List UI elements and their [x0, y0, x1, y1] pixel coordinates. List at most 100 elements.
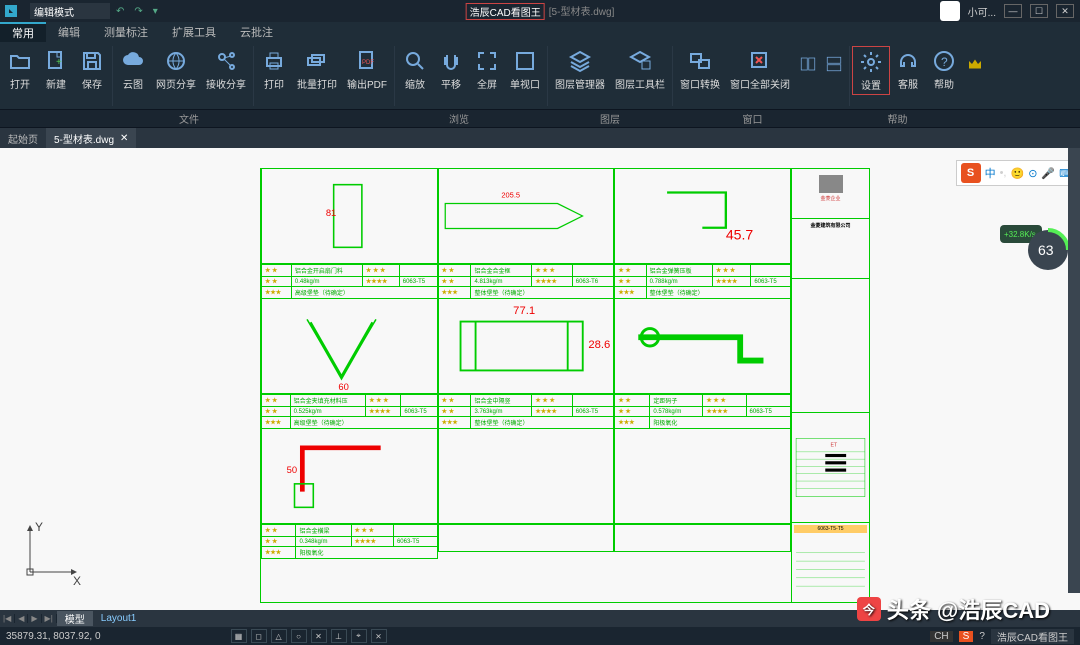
- snap-center-icon[interactable]: ○: [291, 629, 307, 643]
- layermgr-button[interactable]: 图层管理器: [550, 46, 610, 93]
- coords-readout: 35879.31, 8037.92, 0: [0, 631, 107, 642]
- snap-perp-icon[interactable]: ⊥: [331, 629, 347, 643]
- ime-zh[interactable]: 中: [985, 165, 996, 181]
- ime-mic-icon[interactable]: 🎤: [1041, 167, 1055, 180]
- tab-ext[interactable]: 扩展工具: [160, 22, 228, 42]
- webshare-button[interactable]: 网页分享: [151, 46, 201, 93]
- close-doc-icon[interactable]: ✕: [120, 133, 128, 144]
- stamp-code: 6063-T5-T5: [794, 525, 867, 533]
- watermark: 今 头条 @浩辰CAD: [857, 593, 1050, 625]
- gauge-val: 63: [1038, 242, 1054, 258]
- start-tab[interactable]: 起始页: [0, 131, 46, 146]
- batchprint-button[interactable]: 批量打印: [292, 46, 342, 93]
- tab-cloud-annot[interactable]: 云批注: [228, 22, 285, 42]
- svg-text:81: 81: [326, 207, 336, 218]
- snap-node-icon[interactable]: ✕: [311, 629, 327, 643]
- nav-first-icon[interactable]: |◀: [0, 614, 15, 623]
- logo-text: 金菱企业: [792, 195, 869, 202]
- lang-indicator[interactable]: CH: [930, 631, 952, 642]
- file-name: [5-型材表.dwg]: [549, 3, 615, 20]
- wincloseall-button[interactable]: 窗口全部关闭: [725, 46, 795, 93]
- nav-prev-icon[interactable]: ◀: [15, 614, 28, 623]
- titlebar: ↶ ↷ ▾ 浩辰CAD看图王 [5-型材表.dwg] 小可... — ☐ ✕: [0, 0, 1080, 22]
- svg-text:45.7: 45.7: [726, 227, 754, 243]
- snap-int-icon[interactable]: ⨯: [371, 629, 387, 643]
- win-tilevert-button[interactable]: [795, 46, 821, 93]
- exportpdf-button[interactable]: PDF输出PDF: [342, 46, 392, 93]
- win-tilehoriz-button[interactable]: [821, 46, 847, 93]
- ribbon-group-labels: 文件 浏览 图层 窗口 帮助: [0, 110, 1080, 128]
- zoom-button[interactable]: 缩放: [397, 46, 433, 93]
- user-name[interactable]: 小可...: [968, 4, 996, 19]
- service-button[interactable]: 客服: [890, 46, 926, 95]
- save-button[interactable]: 保存: [74, 46, 110, 93]
- layertool-button[interactable]: 图层工具栏: [610, 46, 670, 93]
- qat-undo-icon[interactable]: ↶: [116, 6, 124, 17]
- app-name: 浩辰CAD看图王: [466, 3, 545, 20]
- watermark-prefix: 头条: [887, 593, 931, 625]
- pan-button[interactable]: 平移: [433, 46, 469, 93]
- ime-emoji-icon[interactable]: 🙂: [1010, 167, 1024, 180]
- ucs-icon: Y X: [15, 517, 85, 590]
- ime-punct-icon[interactable]: •,: [1000, 167, 1007, 179]
- singleview-button[interactable]: 单视口: [505, 46, 545, 93]
- minimize-button[interactable]: —: [1004, 4, 1022, 18]
- svg-text:50: 50: [287, 464, 297, 475]
- tab-measure[interactable]: 测量标注: [92, 22, 160, 42]
- drawing-content: 81★ ★铝合金开启扇门料★ ★ ★★ ★0.48kg/m★★★★6063-T5…: [260, 168, 870, 603]
- model-tab[interactable]: 模型: [57, 611, 93, 626]
- snap-end-icon[interactable]: ◻: [251, 629, 267, 643]
- company-name: 金菱建筑有限公司: [795, 222, 866, 229]
- ime-skin-icon[interactable]: ⊙: [1028, 167, 1037, 180]
- menubar: 常用 编辑 测量标注 扩展工具 云批注: [0, 22, 1080, 42]
- group-help: 帮助: [825, 111, 970, 126]
- svg-text:X: X: [73, 574, 81, 587]
- recvshare-button[interactable]: 接收分享: [201, 46, 251, 93]
- drawing-canvas[interactable]: 81★ ★铝合金开启扇门料★ ★ ★★ ★0.48kg/m★★★★6063-T5…: [0, 148, 1080, 610]
- active-doc-tab[interactable]: 5-型材表.dwg ✕: [46, 128, 136, 148]
- document-tabs: 起始页 5-型材表.dwg ✕: [0, 128, 1080, 148]
- svg-text:ET: ET: [831, 443, 838, 449]
- ime-indicator[interactable]: S: [959, 631, 974, 642]
- svg-text:60: 60: [338, 381, 348, 392]
- qat-down-icon[interactable]: ▾: [153, 6, 158, 17]
- statusbar: 35879.31, 8037.92, 0 ▦ ◻ △ ○ ✕ ⊥ ⌖ ⨯ CH …: [0, 627, 1080, 645]
- fullscreen-button[interactable]: 全屏: [469, 46, 505, 93]
- snap-grid-icon[interactable]: ▦: [231, 629, 247, 643]
- ribbon: 打开 +新建 保存 云图 网页分享 接收分享 打印 批量打印 PDF输出PDF …: [0, 42, 1080, 110]
- app-logo[interactable]: [0, 0, 22, 22]
- tab-common[interactable]: 常用: [0, 22, 46, 42]
- svg-text:Y: Y: [35, 520, 43, 534]
- watermark-text: @浩辰CAD: [937, 593, 1050, 625]
- gauge-speed: +32.8K/s: [1004, 230, 1036, 239]
- cloud-button[interactable]: 云图: [115, 46, 151, 93]
- snap-near-icon[interactable]: ⌖: [351, 629, 367, 643]
- vertical-scrollbar[interactable]: [1068, 148, 1080, 593]
- tab-edit[interactable]: 编辑: [46, 22, 92, 42]
- svg-text:+: +: [56, 57, 62, 68]
- title-center: 浩辰CAD看图王 [5-型材表.dwg]: [466, 3, 615, 20]
- layout1-tab[interactable]: Layout1: [93, 613, 145, 624]
- new-button[interactable]: +新建: [38, 46, 74, 93]
- vip-button[interactable]: [962, 46, 988, 95]
- maximize-button[interactable]: ☐: [1030, 4, 1048, 18]
- product-name: 浩辰CAD看图王: [991, 629, 1074, 644]
- help-button[interactable]: ?帮助: [926, 46, 962, 95]
- perf-gauge[interactable]: +32.8K/s 63: [1000, 225, 1070, 278]
- status-help-icon[interactable]: ?: [979, 631, 985, 642]
- snap-mid-icon[interactable]: △: [271, 629, 287, 643]
- svg-text:?: ?: [941, 55, 948, 69]
- ime-floatbar[interactable]: S 中 •, 🙂 ⊙ 🎤 ⌨: [956, 160, 1080, 186]
- print-button[interactable]: 打印: [256, 46, 292, 93]
- qat-redo-icon[interactable]: ↷: [134, 6, 142, 17]
- settings-button[interactable]: 设置: [852, 46, 890, 95]
- quick-access-toolbar: ↶ ↷ ▾: [116, 6, 158, 17]
- open-button[interactable]: 打开: [2, 46, 38, 93]
- edit-mode-field[interactable]: [30, 3, 110, 19]
- avatar[interactable]: [940, 1, 960, 21]
- close-button[interactable]: ✕: [1056, 4, 1074, 18]
- winswitch-button[interactable]: 窗口转换: [675, 46, 725, 93]
- group-view: 浏览: [378, 111, 540, 126]
- nav-last-icon[interactable]: ▶|: [42, 614, 57, 623]
- nav-next-icon[interactable]: ▶: [28, 614, 41, 623]
